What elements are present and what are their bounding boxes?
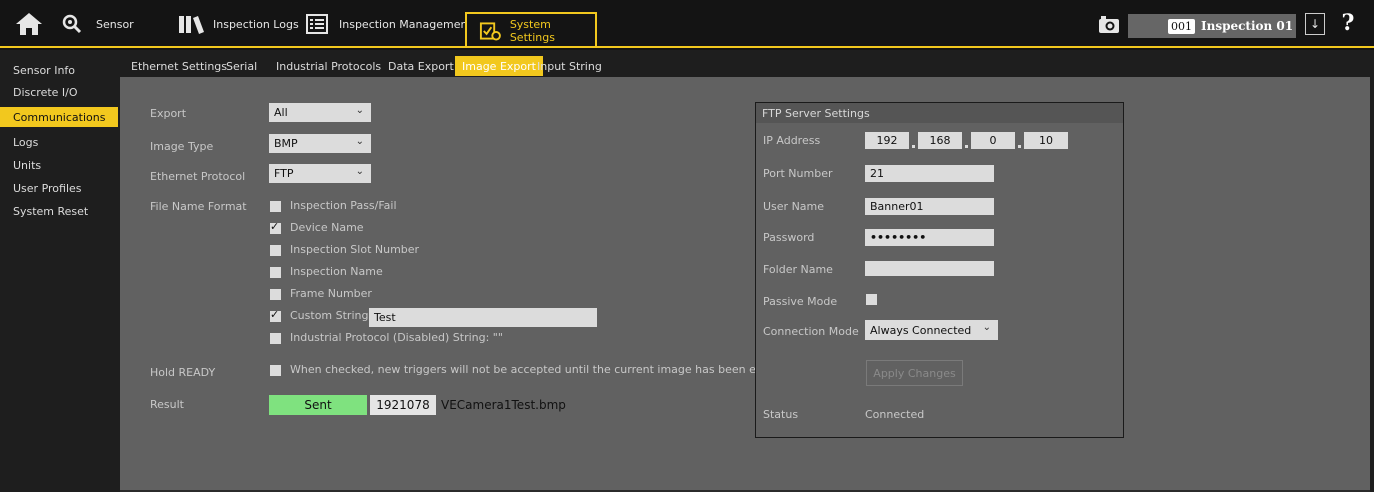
- inspection-pass-fail-label: Inspection Pass/Fail: [290, 199, 397, 212]
- ip-octet-2-input[interactable]: 168: [918, 132, 962, 149]
- ip-dot-separator: [1018, 145, 1021, 148]
- nav-inspection-logs-label: Inspection Logs: [213, 17, 299, 31]
- nav-inspection-logs[interactable]: Inspection Logs: [177, 10, 299, 38]
- nav-inspection-management[interactable]: Inspection Management: [305, 10, 472, 38]
- connection-mode-select-value: Always Connected: [870, 323, 972, 337]
- tab-industrial-protocols[interactable]: Industrial Protocols: [276, 56, 381, 76]
- port-number-input[interactable]: 21: [865, 165, 994, 182]
- image-type-label: Image Type: [150, 140, 214, 153]
- tab-ethernet-settings[interactable]: Ethernet Settings: [131, 56, 227, 76]
- inspection-selector[interactable]: 001 Inspection 01: [1128, 14, 1296, 38]
- nav-system-settings-label: System Settings: [509, 18, 555, 44]
- nav-accent-line: [0, 46, 1374, 48]
- device-name-checkbox[interactable]: [270, 220, 281, 234]
- frame-number-checkbox[interactable]: [270, 289, 281, 300]
- apply-changes-button[interactable]: Apply Changes: [866, 360, 963, 386]
- result-count: 1921078: [370, 395, 436, 415]
- folder-name-input[interactable]: [865, 261, 994, 276]
- nav-sensor-label: Sensor: [96, 17, 134, 31]
- chevron-down-icon: ⌄: [355, 166, 364, 177]
- user-name-label: User Name: [763, 200, 825, 213]
- ftp-panel-title: FTP Server Settings: [756, 103, 1123, 123]
- user-name-input[interactable]: Banner01: [865, 198, 994, 215]
- ip-octet-1-input[interactable]: 192: [865, 132, 909, 149]
- port-number-label: Port Number: [763, 167, 833, 180]
- sidebar-item-system-reset[interactable]: System Reset: [0, 201, 118, 221]
- folder-name-label: Folder Name: [763, 263, 833, 276]
- ethernet-protocol-label: Ethernet Protocol: [150, 170, 246, 183]
- inspection-name: Inspection 01: [1201, 19, 1294, 33]
- top-navigation-bar: Sensor Inspection Logs Inspection Manage…: [0, 0, 1374, 50]
- connection-mode-label: Connection Mode: [763, 325, 859, 338]
- ethernet-protocol-select[interactable]: FTP ⌄: [269, 164, 371, 183]
- nav-system-settings[interactable]: System Settings: [465, 12, 597, 48]
- clipboard-gear-icon: [479, 22, 501, 41]
- tab-image-export[interactable]: Image Export: [455, 56, 543, 76]
- nav-sensor[interactable]: Sensor: [60, 10, 134, 38]
- ip-octet-3-input[interactable]: 0: [971, 132, 1015, 149]
- custom-string-checkbox[interactable]: [270, 308, 281, 322]
- inspection-number-badge: 001: [1168, 18, 1195, 34]
- sidebar-item-logs[interactable]: Logs: [0, 132, 118, 152]
- inspection-slot-number-label: Inspection Slot Number: [290, 243, 420, 256]
- password-label: Password: [763, 231, 815, 244]
- industrial-protocol-string-checkbox[interactable]: [270, 333, 281, 344]
- sidebar-item-user-profiles[interactable]: User Profiles: [0, 178, 118, 198]
- connection-status-value: Connected: [865, 408, 925, 421]
- device-name-label: Device Name: [290, 221, 364, 234]
- result-filename: VECamera1Test.bmp: [441, 398, 566, 412]
- inspection-pass-fail-checkbox[interactable]: [270, 201, 281, 212]
- frame-number-label: Frame Number: [290, 287, 372, 300]
- tab-data-export[interactable]: Data Export: [388, 56, 454, 76]
- hold-ready-checkbox[interactable]: [270, 365, 281, 376]
- hold-ready-label: Hold READY: [150, 366, 216, 379]
- industrial-protocol-string-label: Industrial Protocol (Disabled) String: "…: [290, 331, 503, 344]
- ip-dot-separator: [912, 145, 915, 148]
- inspection-name-label: Inspection Name: [290, 265, 383, 278]
- result-label: Result: [150, 398, 184, 411]
- nav-inspection-management-label: Inspection Management: [339, 17, 472, 31]
- ip-address-label: IP Address: [763, 134, 821, 147]
- connection-mode-select[interactable]: Always Connected ⌄: [865, 320, 998, 340]
- sensor-magnifier-icon: [62, 14, 82, 34]
- chevron-down-icon: ⌄: [982, 322, 991, 333]
- chevron-down-icon: ⌄: [355, 136, 364, 147]
- tab-input-string[interactable]: Input String: [537, 56, 602, 76]
- hold-ready-description: When checked, new triggers will not be a…: [290, 363, 802, 376]
- passive-mode-label: Passive Mode: [763, 295, 838, 308]
- ip-octet-4-input[interactable]: 10: [1024, 132, 1068, 149]
- inspection-name-checkbox[interactable]: [270, 267, 281, 278]
- status-label: Status: [763, 408, 799, 421]
- custom-string-label: Custom String: [290, 309, 369, 322]
- ftp-server-settings-panel: FTP Server Settings IP Address 192 168 0…: [755, 102, 1124, 438]
- image-type-select-value: BMP: [274, 137, 298, 150]
- sidebar: Sensor Info Discrete I/O Communications …: [0, 50, 120, 492]
- custom-string-input[interactable]: Test: [369, 308, 597, 327]
- export-select-value: All: [274, 106, 288, 119]
- passive-mode-checkbox[interactable]: [866, 294, 877, 305]
- export-label: Export: [150, 107, 187, 120]
- help-button[interactable]: ?: [1335, 8, 1361, 38]
- image-type-select[interactable]: BMP ⌄: [269, 134, 371, 153]
- library-books-icon: [179, 16, 204, 34]
- download-arrow-button[interactable]: ↓: [1305, 13, 1325, 35]
- chevron-down-icon: ⌄: [355, 105, 364, 116]
- sidebar-item-communications[interactable]: Communications: [0, 107, 118, 127]
- list-box-icon: [306, 14, 328, 34]
- sidebar-item-units[interactable]: Units: [0, 155, 118, 175]
- export-select[interactable]: All ⌄: [269, 103, 371, 122]
- file-name-format-label: File Name Format: [150, 200, 247, 213]
- ip-dot-separator: [965, 145, 968, 148]
- ethernet-protocol-select-value: FTP: [274, 167, 294, 180]
- camera-icon[interactable]: [1097, 13, 1121, 35]
- password-input[interactable]: ••••••••: [865, 229, 994, 246]
- home-icon[interactable]: [12, 10, 46, 38]
- tab-serial[interactable]: Serial: [226, 56, 257, 76]
- sidebar-item-sensor-info[interactable]: Sensor Info: [0, 60, 118, 80]
- inspection-slot-number-checkbox[interactable]: [270, 245, 281, 256]
- sidebar-item-discrete-io[interactable]: Discrete I/O: [0, 82, 118, 102]
- result-status-badge: Sent: [269, 395, 367, 415]
